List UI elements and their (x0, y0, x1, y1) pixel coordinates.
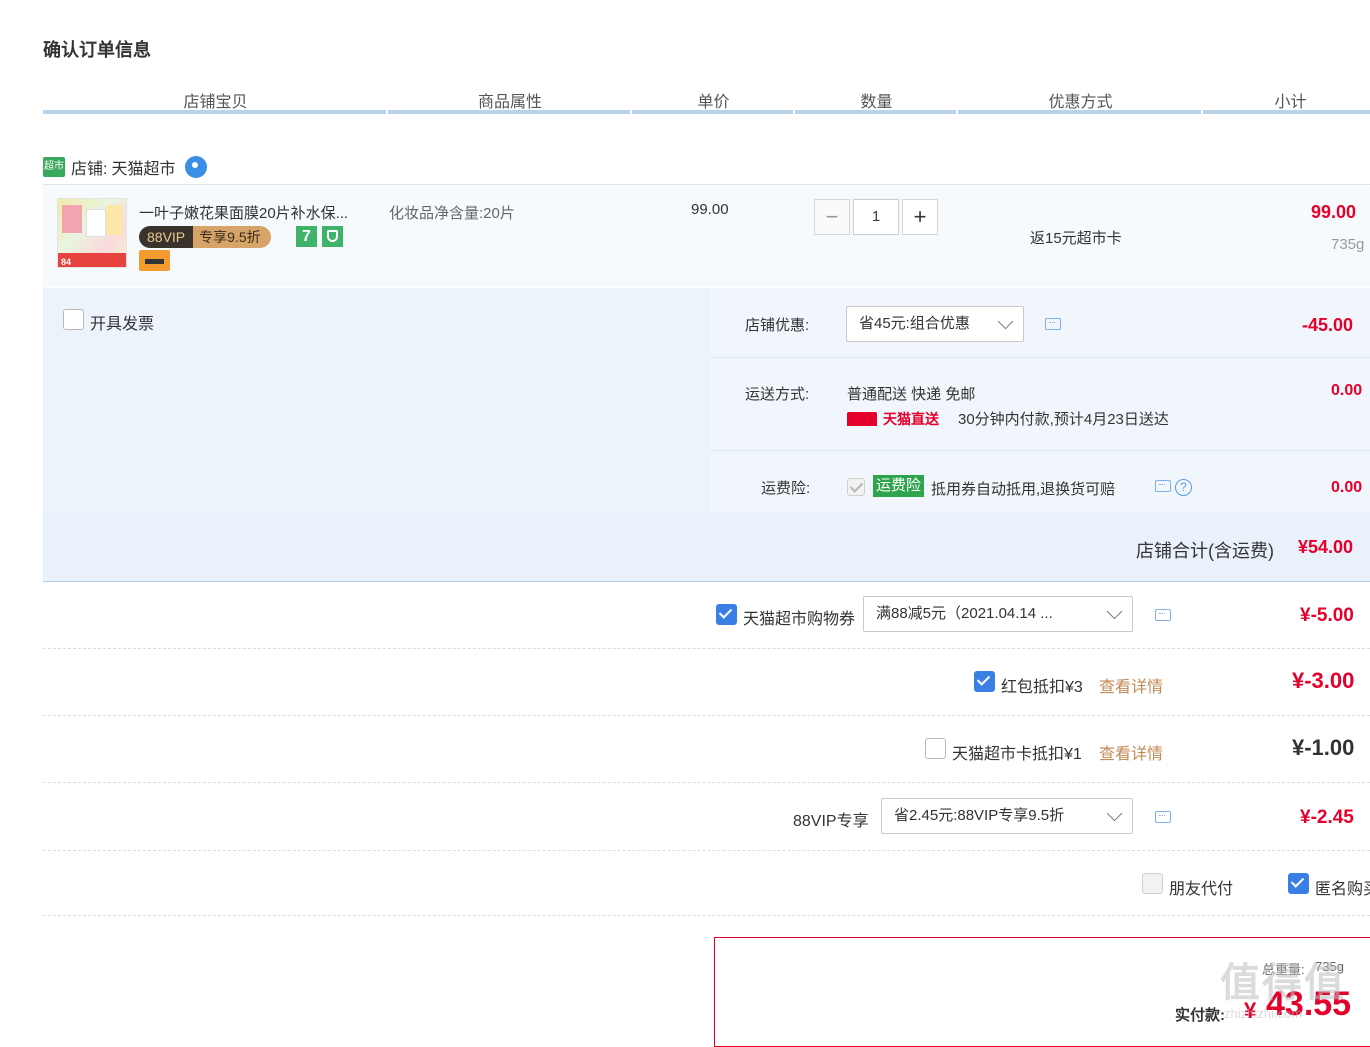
header-divider (43, 110, 386, 114)
header-divider (632, 110, 793, 114)
supermarket-card-amount: ¥-1.00 (1292, 735, 1355, 760)
message-icon[interactable] (1155, 811, 1171, 823)
divider (43, 782, 1370, 784)
product-attribute: 化妆品净含量:20片 (389, 205, 515, 222)
seven-day-return-icon[interactable]: 7 (296, 226, 317, 247)
coupon-amount: ¥-5.00 (1300, 605, 1354, 626)
coupon-label: 天猫超市购物券 (743, 611, 856, 628)
item-promo: 返15元超市卡 (1030, 230, 1122, 247)
product-thumbnail[interactable]: 84 (57, 198, 127, 268)
col-shop-item: 店铺宝贝 (183, 94, 248, 111)
supermarket-card-details-link[interactable]: 查看详情 (1099, 740, 1163, 764)
anonymous-label: 匿名购买 (1315, 881, 1370, 898)
shop-total-amount: ¥54.00 (1298, 537, 1354, 557)
header-divider (958, 110, 1201, 114)
shipping-amount: 0.00 (1331, 382, 1363, 399)
insurance-label: 运费险: (761, 480, 811, 497)
insurance-checkbox (847, 478, 865, 496)
vip88-amount: ¥-2.45 (1300, 807, 1354, 828)
delivery-eta: 30分钟内付款,预计4月23日送达 (958, 411, 1169, 428)
shop-discount-label: 店铺优惠: (745, 317, 810, 334)
coupon-checkbox[interactable] (716, 604, 737, 625)
shipping-method: 普通配送 快递 免邮 (847, 386, 976, 403)
header-divider (795, 110, 956, 114)
unit-price: 99.00 (691, 201, 729, 218)
supermarket-card-checkbox[interactable] (925, 738, 946, 759)
col-attributes: 商品属性 (477, 94, 542, 111)
insurance-badge: 运费险 (873, 475, 925, 497)
divider (43, 915, 1370, 917)
item-weight: 735g (1331, 236, 1365, 253)
message-icon[interactable] (1155, 480, 1171, 492)
page-title: 确认订单信息 (43, 40, 151, 60)
redpacket-checkbox[interactable] (974, 671, 995, 692)
shop-total-label: 店铺合计(含运费) (1136, 541, 1274, 561)
divider (710, 357, 1370, 358)
shipping-label: 运送方式: (745, 386, 810, 403)
vip-discount-tag: 88VIP 专享9.5折 (139, 226, 271, 248)
tmall-direct-logo-icon: 天猫直送 (847, 411, 939, 427)
insurance-amount: 0.00 (1331, 479, 1363, 496)
redpacket-details-link[interactable]: 查看详情 (1099, 673, 1163, 697)
divider (43, 850, 1370, 852)
decrease-button[interactable]: − (814, 199, 850, 235)
header-divider (388, 110, 630, 114)
col-subtotal: 小计 (1274, 94, 1307, 111)
divider (43, 648, 1370, 650)
invoice-checkbox[interactable] (63, 309, 84, 330)
supermarket-card-label: 天猫超市卡抵扣¥1 (952, 746, 1082, 763)
header-divider (1203, 110, 1370, 114)
invoice-label: 开具发票 (90, 316, 155, 333)
col-quantity: 数量 (860, 94, 893, 111)
watermark-logo: 值得值 zhizhizhi.com (1220, 961, 1346, 1021)
col-discount: 优惠方式 (1048, 94, 1113, 111)
vip88-label: 88VIP专享 (793, 813, 869, 830)
friend-pay-checkbox[interactable] (1142, 873, 1163, 894)
item-subtotal: 99.00 (1311, 202, 1357, 222)
coupon-select[interactable]: 满88减5元（2021.04.14 ... (863, 596, 1133, 632)
supermarket-logo-icon: 超市 (43, 157, 65, 177)
anonymous-checkbox[interactable] (1288, 873, 1309, 894)
quantity-input[interactable]: 1 (853, 199, 899, 235)
chat-wangwang-icon[interactable] (185, 156, 208, 178)
friend-pay-label: 朋友代付 (1169, 881, 1234, 898)
product-title-link[interactable]: 一叶子嫩花果面膜20片补水保... (139, 202, 348, 223)
credit-card-icon[interactable] (139, 250, 170, 271)
quantity-stepper: − 1 + (814, 199, 938, 235)
divider (710, 450, 1370, 451)
help-icon[interactable]: ? (1175, 479, 1192, 496)
message-icon[interactable] (1045, 318, 1061, 330)
guarantee-shield-icon[interactable] (322, 226, 343, 247)
redpacket-amount: ¥-3.00 (1292, 668, 1355, 693)
col-unit-price: 单价 (697, 94, 730, 111)
shop-discount-select[interactable]: 省45元:组合优惠 (846, 306, 1024, 342)
actual-payment-label: 实付款: (1175, 1007, 1225, 1024)
shop-bar: 超市 店铺: 天猫超市 (43, 155, 208, 179)
insurance-text: 抵用券自动抵用,退换货可赔 (931, 481, 1116, 498)
shop-label: 店铺: (71, 161, 108, 178)
shop-discount-amount: -45.00 (1302, 315, 1354, 335)
divider (43, 715, 1370, 717)
increase-button[interactable]: + (902, 199, 938, 235)
redpacket-label: 红包抵扣¥3 (1001, 679, 1083, 696)
shop-name[interactable]: 天猫超市 (111, 155, 175, 179)
message-icon[interactable] (1155, 609, 1171, 621)
vip88-select[interactable]: 省2.45元:88VIP专享9.5折 (881, 798, 1133, 834)
